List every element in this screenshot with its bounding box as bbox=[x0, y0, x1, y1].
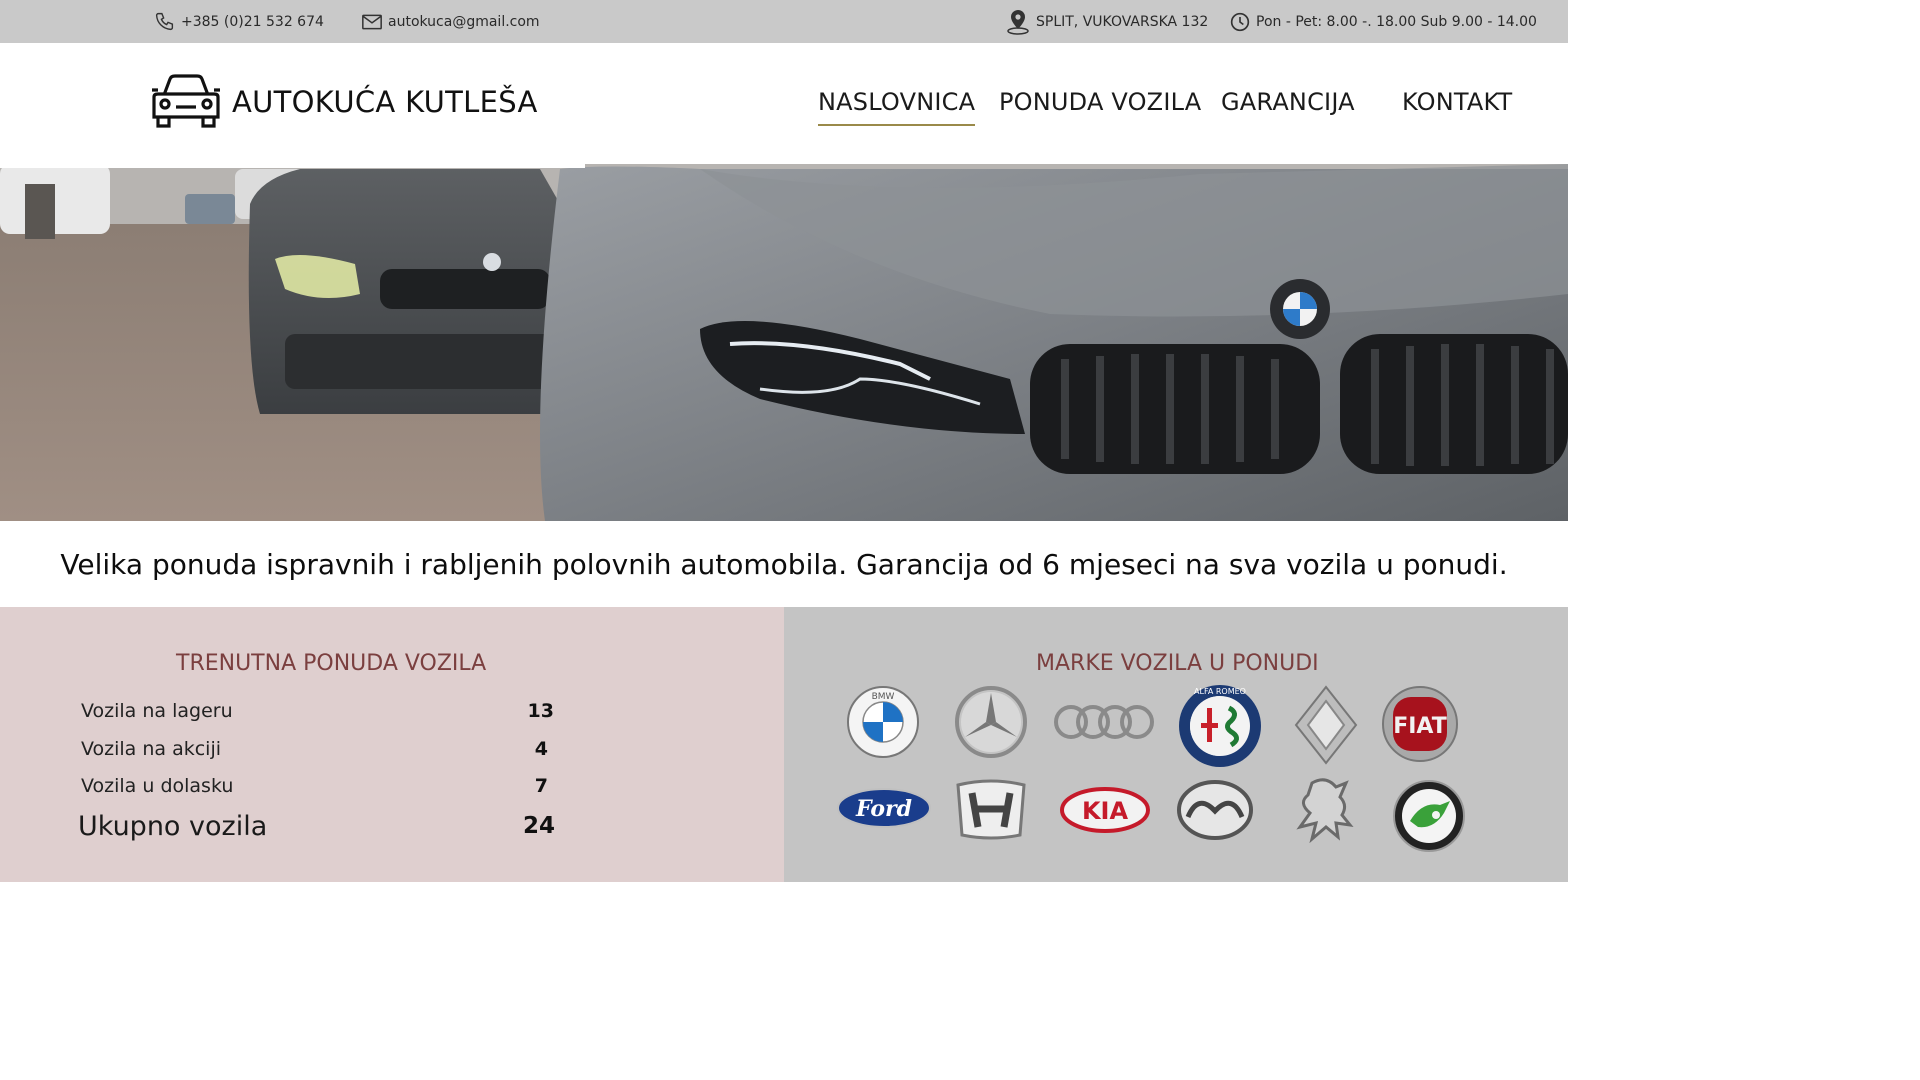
brands-title: MARKE VOZILA U PONUDI bbox=[1036, 651, 1319, 676]
current-offer-panel: TRENUTNA PONUDA VOZILA Vozila na lageru … bbox=[0, 607, 784, 882]
brand-logo-bmw[interactable]: BMW bbox=[846, 685, 920, 759]
nav-ponuda-vozila[interactable]: PONUDA VOZILA bbox=[999, 88, 1201, 116]
top-contact-bar: +385 (0)21 532 674 autokuca@gmail.com SP… bbox=[0, 0, 1568, 43]
hero-cars-illustration bbox=[0, 164, 1568, 521]
brand-logo-honda[interactable] bbox=[954, 779, 1028, 841]
nav-garancija[interactable]: GARANCIJA bbox=[1221, 88, 1355, 116]
fiat-logo-text: FIAT bbox=[1393, 714, 1447, 739]
brand-logo-audi[interactable] bbox=[1052, 697, 1156, 747]
stat-label-stock: Vozila na lageru bbox=[81, 700, 233, 722]
brand-logo-renault[interactable] bbox=[1294, 685, 1358, 765]
stat-label-incoming: Vozila u dolasku bbox=[81, 775, 234, 797]
renault-logo-icon bbox=[1294, 685, 1358, 765]
brand-logo-ford[interactable]: Ford bbox=[836, 787, 932, 829]
current-offer-title: TRENUTNA PONUDA VOZILA bbox=[176, 651, 487, 676]
site-header: AUTOKUĆA KUTLEŠA NASLOVNICA PONUDA VOZIL… bbox=[0, 43, 1568, 164]
map-pin-icon bbox=[1007, 9, 1029, 35]
stat-value-total: 24 bbox=[522, 813, 555, 839]
hero-top-notch bbox=[0, 160, 585, 168]
brand-logo-kia[interactable]: KIA bbox=[1060, 787, 1150, 833]
email-address: autokuca@gmail.com bbox=[388, 13, 540, 30]
bmw-logo-icon: BMW bbox=[847, 686, 919, 758]
kia-logo-icon: KIA bbox=[1060, 787, 1150, 833]
phone-icon bbox=[155, 12, 174, 31]
fiat-logo-icon: FIAT bbox=[1382, 686, 1458, 762]
skoda-logo-icon bbox=[1393, 780, 1465, 852]
clock-icon bbox=[1230, 12, 1250, 31]
brand-logo-skoda[interactable] bbox=[1392, 779, 1466, 853]
brands-panel: MARKE VOZILA U PONUDI BMW ALFA ROMEO FIA… bbox=[784, 607, 1568, 882]
opening-hours: Pon - Pet: 8.00 -. 18.00 Sub 9.00 - 14.0… bbox=[1230, 0, 1537, 43]
brand-logo-fiat[interactable]: FIAT bbox=[1381, 685, 1459, 763]
ford-logo-text: Ford bbox=[855, 796, 912, 822]
car-logo-icon bbox=[152, 74, 220, 128]
site-logo[interactable]: AUTOKUĆA KUTLEŠA bbox=[150, 73, 538, 131]
stat-value-stock: 13 bbox=[527, 700, 554, 722]
alfa-romeo-logo-icon: ALFA ROMEO bbox=[1179, 685, 1261, 767]
brand-name: AUTOKUĆA KUTLEŠA bbox=[232, 85, 538, 119]
address-text: SPLIT, VUKOVARSKA 132 bbox=[1036, 13, 1209, 30]
hero-image bbox=[0, 164, 1568, 521]
bmw-logo-text: BMW bbox=[872, 692, 895, 702]
tagline: Velika ponuda ispravnih i rabljenih polo… bbox=[60, 547, 1508, 581]
mazda-logo-icon bbox=[1177, 780, 1253, 840]
brand-logo-alfa-romeo[interactable]: ALFA ROMEO bbox=[1177, 683, 1263, 769]
brand-logo-mercedes[interactable] bbox=[954, 685, 1028, 759]
phone-contact[interactable]: +385 (0)21 532 674 bbox=[154, 0, 324, 43]
peugeot-logo-icon bbox=[1296, 778, 1354, 843]
kia-logo-text: KIA bbox=[1082, 797, 1129, 825]
nav-kontakt[interactable]: KONTAKT bbox=[1402, 88, 1512, 116]
brand-logo-mazda[interactable] bbox=[1176, 779, 1254, 841]
hours-text: Pon - Pet: 8.00 -. 18.00 Sub 9.00 - 14.0… bbox=[1256, 13, 1537, 30]
stat-label-total: Ukupno vozila bbox=[78, 811, 268, 842]
phone-number: +385 (0)21 532 674 bbox=[181, 13, 324, 30]
mercedes-logo-icon bbox=[955, 686, 1027, 758]
envelope-icon bbox=[362, 14, 382, 29]
stat-label-discount: Vozila na akciji bbox=[81, 738, 222, 760]
ford-logo-icon: Ford bbox=[837, 788, 931, 828]
stat-value-incoming: 7 bbox=[534, 775, 548, 797]
email-contact[interactable]: autokuca@gmail.com bbox=[362, 0, 540, 43]
address-info: SPLIT, VUKOVARSKA 132 bbox=[1006, 0, 1208, 43]
brand-logo-peugeot[interactable] bbox=[1292, 775, 1358, 843]
stat-value-discount: 4 bbox=[534, 738, 548, 760]
alfa-romeo-logo-text: ALFA ROMEO bbox=[1194, 687, 1246, 696]
honda-logo-icon bbox=[956, 779, 1026, 840]
nav-naslovnica[interactable]: NASLOVNICA bbox=[818, 88, 976, 126]
audi-logo-icon bbox=[1054, 705, 1154, 739]
